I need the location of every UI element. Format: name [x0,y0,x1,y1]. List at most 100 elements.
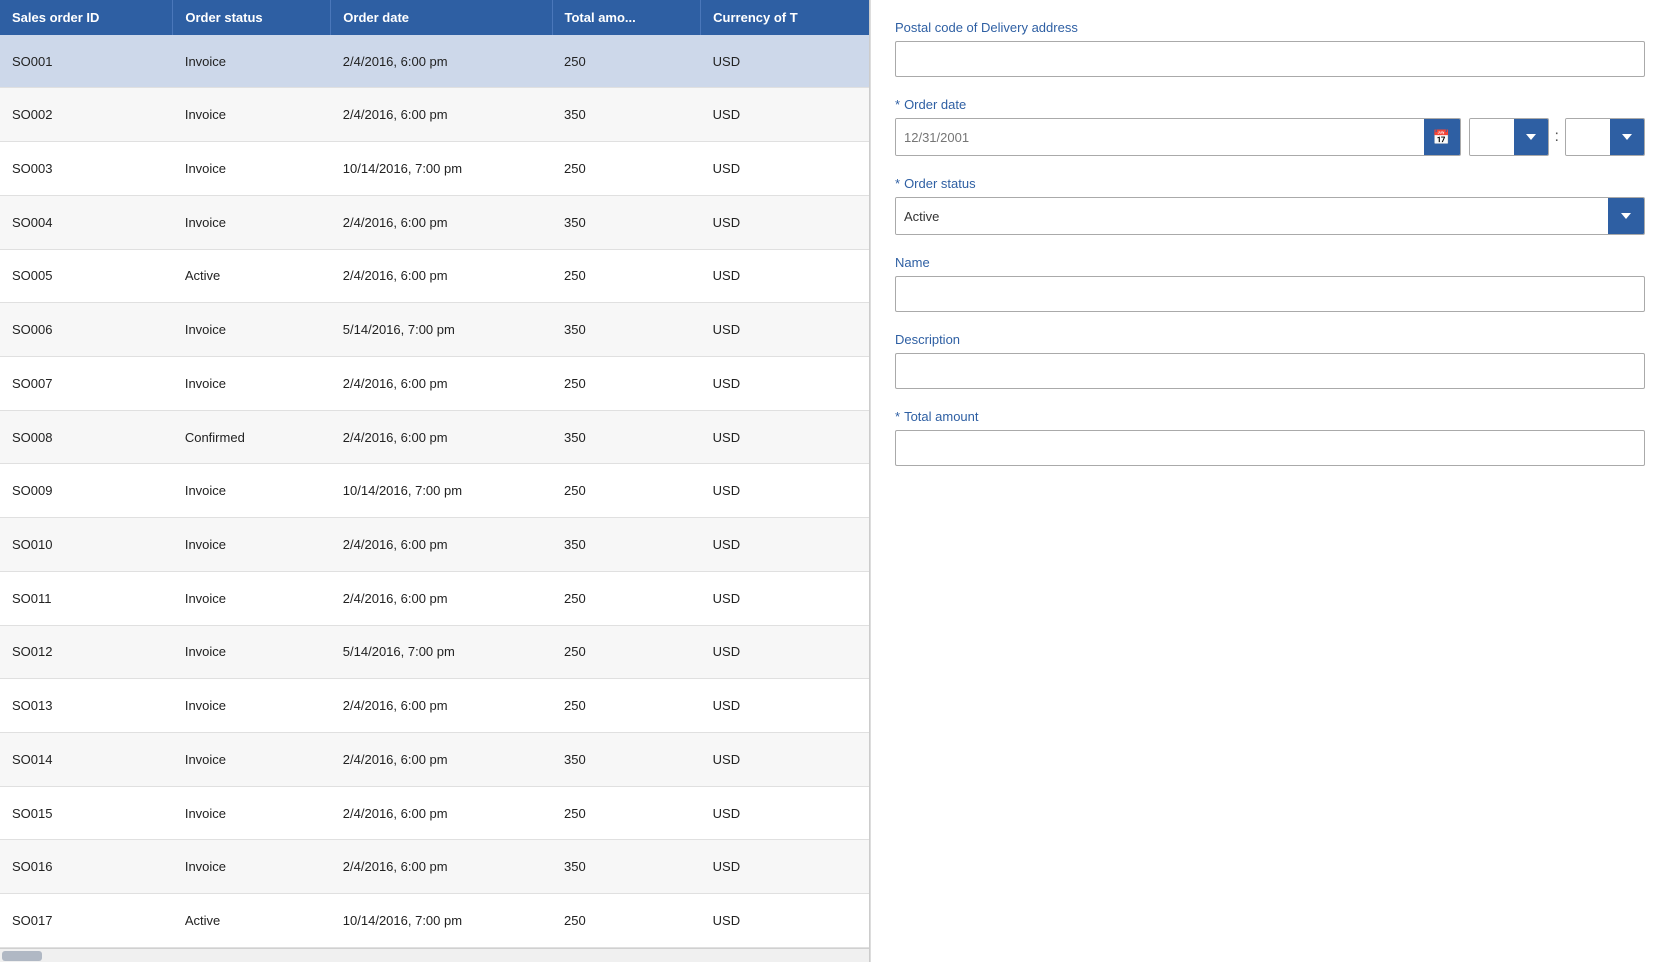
table-row[interactable]: SO012Invoice5/14/2016, 7:00 pm250USD [0,625,869,679]
chevron-down-icon [1526,134,1536,140]
datetime-row: 📅 00 : 00 [895,118,1645,156]
table-row[interactable]: SO005Active2/4/2016, 6:00 pm250USD [0,249,869,303]
order-status-label-row: * Order status [895,176,1645,191]
table-cell-4: USD [701,357,869,411]
postal-code-label: Postal code of Delivery address [895,20,1645,35]
table-cell-2: 2/4/2016, 6:00 pm [331,88,552,142]
order-status-select-wrapper: Active [895,197,1645,235]
table-row[interactable]: SO015Invoice2/4/2016, 6:00 pm250USD [0,786,869,840]
table-cell-3: 350 [552,733,701,787]
order-status-required-star: * [895,176,900,191]
table-cell-2: 5/14/2016, 7:00 pm [331,625,552,679]
table-cell-3: 250 [552,679,701,733]
table-cell-0: SO015 [0,786,173,840]
table-cell-3: 350 [552,88,701,142]
table-cell-1: Invoice [173,88,331,142]
form-panel: Postal code of Delivery address * Order … [870,0,1669,962]
table-row[interactable]: SO009Invoice10/14/2016, 7:00 pm250USD [0,464,869,518]
table-cell-0: SO016 [0,840,173,894]
total-amount-group: * Total amount [895,409,1645,466]
table-cell-3: 250 [552,464,701,518]
order-date-label-row: * Order date [895,97,1645,112]
table-cell-2: 2/4/2016, 6:00 pm [331,249,552,303]
total-amount-input[interactable] [895,430,1645,466]
minutes-input-wrapper: 00 [1565,118,1645,156]
table-header-row: Sales order ID Order status Order date T… [0,0,869,35]
table-cell-2: 5/14/2016, 7:00 pm [331,303,552,357]
table-cell-2: 10/14/2016, 7:00 pm [331,464,552,518]
table-cell-4: USD [701,786,869,840]
table-cell-4: USD [701,733,869,787]
table-row[interactable]: SO011Invoice2/4/2016, 6:00 pm250USD [0,571,869,625]
table-cell-3: 250 [552,357,701,411]
table-cell-4: USD [701,142,869,196]
table-cell-3: 350 [552,518,701,572]
order-status-dropdown-button[interactable] [1608,198,1644,234]
table-row[interactable]: SO008Confirmed2/4/2016, 6:00 pm350USD [0,410,869,464]
order-date-group: * Order date 📅 00 : 00 [895,97,1645,156]
table-cell-4: USD [701,303,869,357]
name-input[interactable] [895,276,1645,312]
table-cell-1: Invoice [173,571,331,625]
table-cell-0: SO003 [0,142,173,196]
table-cell-1: Invoice [173,625,331,679]
order-date-required-star: * [895,97,900,112]
table-cell-0: SO014 [0,733,173,787]
table-cell-1: Invoice [173,518,331,572]
table-row[interactable]: SO016Invoice2/4/2016, 6:00 pm350USD [0,840,869,894]
horizontal-scrollbar[interactable] [0,948,869,962]
order-status-label: Order status [904,176,976,191]
table-cell-1: Invoice [173,195,331,249]
calendar-button[interactable]: 📅 [1424,119,1460,155]
table-row[interactable]: SO010Invoice2/4/2016, 6:00 pm350USD [0,518,869,572]
order-date-input[interactable] [896,119,1424,155]
table-row[interactable]: SO002Invoice2/4/2016, 6:00 pm350USD [0,88,869,142]
minutes-dropdown-button[interactable] [1610,119,1644,155]
table-row[interactable]: SO013Invoice2/4/2016, 6:00 pm250USD [0,679,869,733]
table-row[interactable]: SO007Invoice2/4/2016, 6:00 pm250USD [0,357,869,411]
table-row[interactable]: SO001Invoice2/4/2016, 6:00 pm250USD [0,35,869,88]
description-input[interactable] [895,353,1645,389]
table-cell-0: SO002 [0,88,173,142]
hours-input[interactable]: 00 [1470,119,1514,155]
hours-input-wrapper: 00 [1469,118,1549,156]
table-cell-4: USD [701,35,869,88]
postal-code-input[interactable] [895,41,1645,77]
col-header-sales-order-id: Sales order ID [0,0,173,35]
order-status-chevron-icon [1621,213,1631,219]
table-row[interactable]: SO004Invoice2/4/2016, 6:00 pm350USD [0,195,869,249]
table-cell-1: Invoice [173,464,331,518]
table-cell-2: 2/4/2016, 6:00 pm [331,518,552,572]
table-row[interactable]: SO003Invoice10/14/2016, 7:00 pm250USD [0,142,869,196]
table-cell-0: SO007 [0,357,173,411]
table-cell-2: 2/4/2016, 6:00 pm [331,195,552,249]
table-cell-0: SO009 [0,464,173,518]
col-header-total-amount: Total amo... [552,0,701,35]
name-label: Name [895,255,1645,270]
table-cell-3: 250 [552,571,701,625]
table-cell-1: Confirmed [173,410,331,464]
table-cell-3: 350 [552,303,701,357]
table-cell-3: 350 [552,840,701,894]
table-row[interactable]: SO006Invoice5/14/2016, 7:00 pm350USD [0,303,869,357]
description-label: Description [895,332,1645,347]
name-group: Name [895,255,1645,312]
table-row[interactable]: SO017Active10/14/2016, 7:00 pm250USD [0,894,869,948]
horizontal-scrollbar-thumb[interactable] [2,951,42,961]
table-cell-1: Invoice [173,142,331,196]
table-cell-0: SO004 [0,195,173,249]
hours-dropdown-button[interactable] [1514,119,1548,155]
table-row[interactable]: SO014Invoice2/4/2016, 6:00 pm350USD [0,733,869,787]
table-cell-4: USD [701,195,869,249]
time-separator: : [1549,119,1565,155]
table-cell-2: 2/4/2016, 6:00 pm [331,410,552,464]
table-cell-1: Active [173,249,331,303]
table-cell-0: SO012 [0,625,173,679]
table-cell-2: 2/4/2016, 6:00 pm [331,679,552,733]
minutes-input[interactable]: 00 [1566,119,1610,155]
chevron-down-icon-minutes [1622,134,1632,140]
table-cell-3: 350 [552,195,701,249]
table-cell-1: Invoice [173,786,331,840]
table-cell-0: SO010 [0,518,173,572]
table-cell-0: SO013 [0,679,173,733]
